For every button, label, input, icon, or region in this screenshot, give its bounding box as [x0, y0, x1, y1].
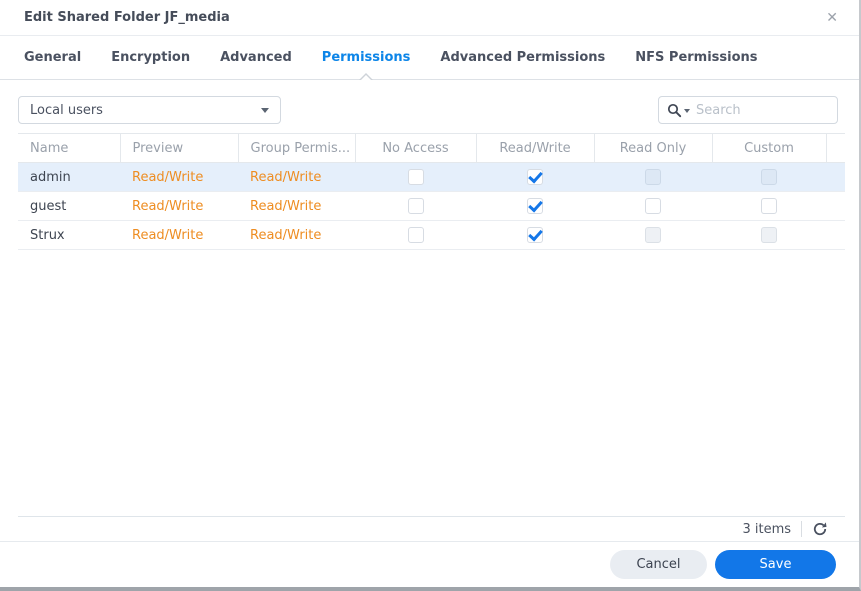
column-header-read-only[interactable]: Read Only — [594, 133, 713, 163]
status-divider — [801, 521, 802, 537]
group-permission-value: Read/Write — [238, 191, 355, 221]
column-header-no-access[interactable]: No Access — [355, 133, 477, 163]
read-write-checkbox[interactable] — [527, 169, 543, 185]
tab-general[interactable]: General — [24, 36, 81, 79]
tab-permissions[interactable]: Permissions — [322, 36, 410, 80]
user-name: Strux — [18, 220, 120, 250]
no-access-checkbox[interactable] — [407, 198, 424, 214]
tab-advanced-permissions[interactable]: Advanced Permissions — [440, 36, 605, 79]
no-access-checkbox[interactable] — [407, 227, 424, 243]
search-box[interactable] — [658, 96, 838, 124]
read-write-checkbox[interactable] — [527, 198, 543, 214]
read-only-checkbox — [645, 227, 661, 243]
cancel-button[interactable]: Cancel — [610, 550, 707, 579]
search-input[interactable] — [696, 102, 829, 118]
column-header-read-write[interactable]: Read/Write — [476, 133, 595, 163]
column-header-custom[interactable]: Custom — [712, 133, 827, 163]
user-name: guest — [18, 191, 120, 221]
custom-checkbox — [761, 169, 777, 185]
dialog-title: Edit Shared Folder JF_media — [24, 10, 230, 25]
save-button[interactable]: Save — [715, 550, 836, 579]
table-header-row: Name Preview Group Permis... No Access R… — [18, 133, 845, 163]
button-bar: Cancel Save — [0, 542, 859, 587]
read-write-checkbox[interactable] — [527, 227, 543, 243]
dialog-titlebar: Edit Shared Folder JF_media ✕ — [0, 0, 859, 36]
user-type-dropdown[interactable]: Local users — [18, 96, 281, 124]
custom-checkbox — [761, 227, 777, 243]
group-permission-value: Read/Write — [238, 162, 355, 192]
tab-nfs-permissions[interactable]: NFS Permissions — [635, 36, 757, 79]
chevron-down-icon — [261, 107, 269, 113]
permissions-table: Name Preview Group Permis... No Access R… — [18, 133, 845, 517]
tab-advanced[interactable]: Advanced — [220, 36, 292, 79]
table-row-strux[interactable]: Strux Read/Write Read/Write — [18, 220, 845, 250]
preview-value: Read/Write — [120, 162, 238, 192]
custom-checkbox[interactable] — [761, 198, 777, 214]
column-header-group-permissions[interactable]: Group Permis... — [238, 133, 356, 163]
tab-encryption[interactable]: Encryption — [111, 36, 190, 79]
toolbar: Local users — [0, 80, 859, 133]
user-name: admin — [18, 162, 120, 192]
refresh-icon[interactable] — [812, 521, 828, 537]
no-access-checkbox[interactable] — [407, 169, 424, 185]
column-header-preview[interactable]: Preview — [120, 133, 239, 163]
group-permission-value: Read/Write — [238, 220, 355, 250]
preview-value: Read/Write — [120, 220, 238, 250]
column-header-name[interactable]: Name — [18, 133, 121, 163]
table-row-admin[interactable]: admin Read/Write Read/Write — [18, 162, 845, 192]
preview-value: Read/Write — [120, 191, 238, 221]
user-type-dropdown-value: Local users — [30, 102, 103, 118]
read-only-checkbox — [645, 169, 661, 185]
table-row-guest[interactable]: guest Read/Write Read/Write — [18, 191, 845, 221]
read-only-checkbox[interactable] — [645, 198, 661, 214]
items-count: 3 items — [742, 521, 791, 537]
tab-bar: General Encryption Advanced Permissions … — [0, 36, 859, 80]
column-header-filler — [826, 133, 845, 163]
status-bar: 3 items — [0, 517, 859, 541]
close-icon[interactable]: ✕ — [826, 11, 838, 25]
search-filter-caret-icon[interactable] — [684, 109, 690, 113]
search-icon — [667, 103, 682, 117]
edit-shared-folder-dialog: Edit Shared Folder JF_media ✕ General En… — [0, 0, 861, 591]
